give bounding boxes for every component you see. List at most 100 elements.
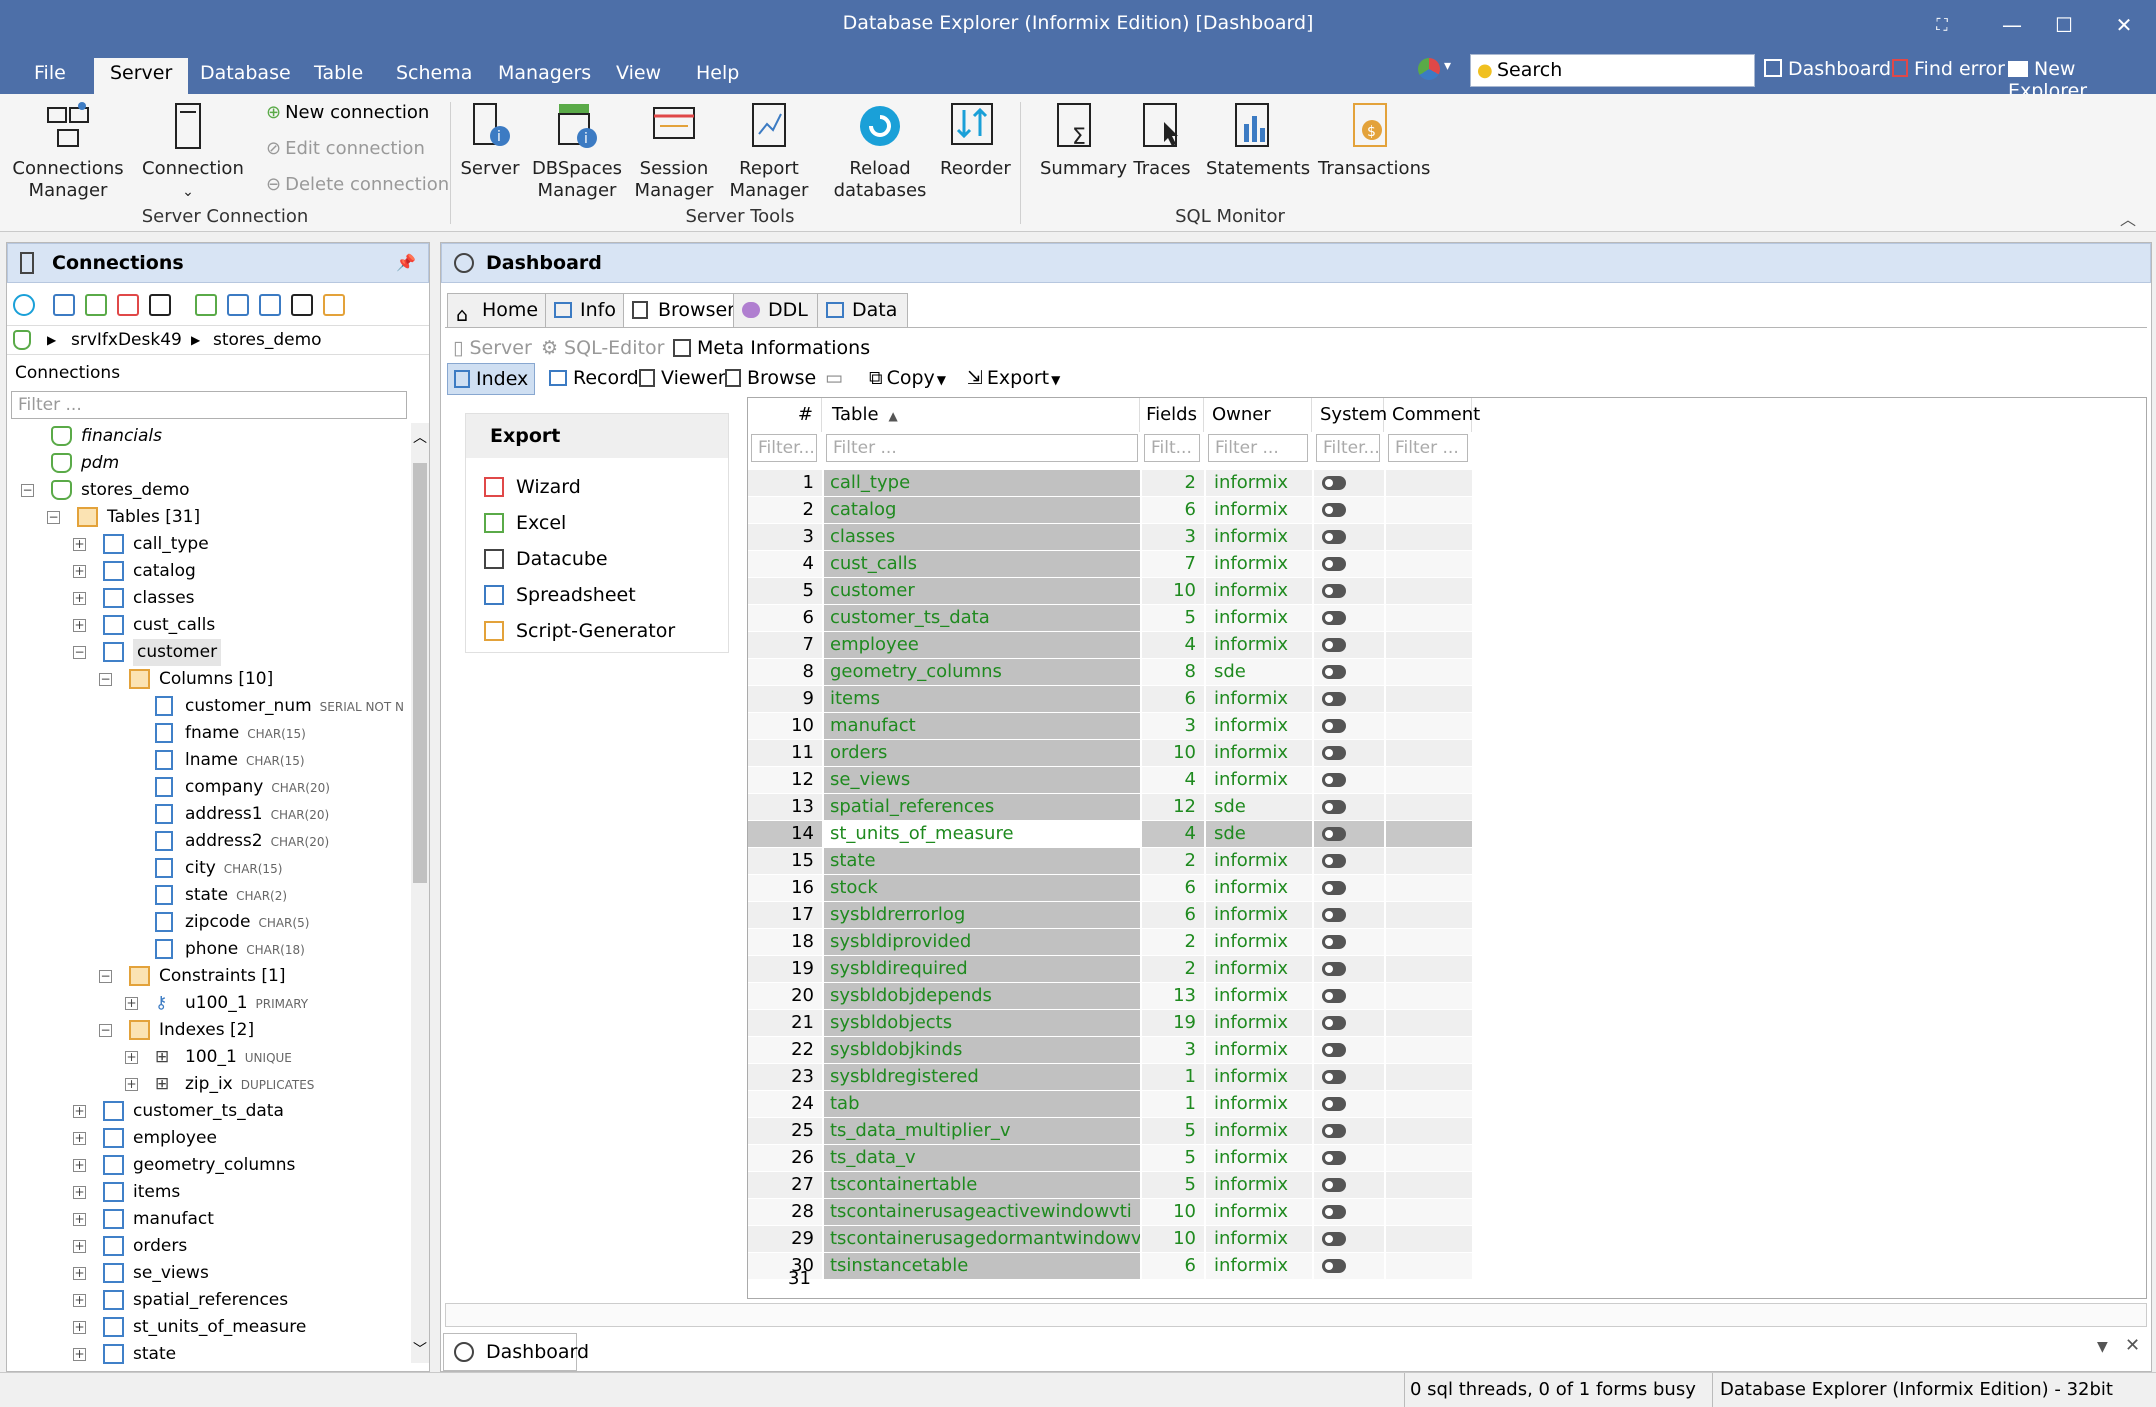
- document-icon[interactable]: [291, 294, 313, 316]
- tree-node[interactable]: geometry_columns: [133, 1152, 295, 1179]
- grid-icon[interactable]: [259, 294, 281, 316]
- tree-node[interactable]: Tables [31]: [107, 504, 200, 531]
- tree-node[interactable]: classes: [133, 585, 195, 612]
- table-row[interactable]: 7 employee 4 informix: [748, 632, 2146, 659]
- close-icon[interactable]: ✕: [2102, 8, 2146, 42]
- menu-view[interactable]: View: [600, 58, 677, 94]
- expand-toggle-icon[interactable]: +: [125, 1051, 138, 1064]
- tab-home[interactable]: ⌂ Home: [447, 293, 550, 327]
- reorder-button[interactable]: Reorder: [940, 100, 1011, 180]
- expand-toggle-icon[interactable]: +: [125, 997, 138, 1010]
- session-icon[interactable]: [117, 294, 139, 316]
- chevron-down-icon[interactable]: ▾: [1444, 58, 1451, 74]
- filter-fields-input[interactable]: Filt...: [1144, 434, 1200, 462]
- tree-node[interactable]: se_views: [133, 1260, 209, 1287]
- tree-node[interactable]: customer: [133, 639, 222, 666]
- system-toggle-icon[interactable]: [1322, 530, 1346, 544]
- tree-node[interactable]: cust_calls: [133, 612, 215, 639]
- transactions-button[interactable]: $ Transactions: [1318, 100, 1430, 180]
- browse-button[interactable]: Browse: [725, 363, 816, 393]
- expand-toggle-icon[interactable]: +: [73, 592, 86, 605]
- expand-toggle-icon[interactable]: −: [21, 484, 34, 497]
- system-toggle-icon[interactable]: [1322, 827, 1346, 841]
- system-toggle-icon[interactable]: [1322, 1151, 1346, 1165]
- table-row[interactable]: 3 classes 3 informix: [748, 524, 2146, 551]
- tree-node[interactable]: phone CHAR(18): [185, 936, 305, 963]
- breadcrumb-database[interactable]: stores_demo: [213, 326, 322, 354]
- tree-scroll-thumb[interactable]: [413, 463, 427, 883]
- find-error-link[interactable]: Find error: [1892, 58, 2005, 80]
- tab-data[interactable]: Data: [817, 293, 909, 327]
- tree-node[interactable]: 100_1 UNIQUE: [185, 1044, 292, 1071]
- delete-connection-button[interactable]: ⊖ Delete connection: [266, 170, 449, 200]
- system-toggle-icon[interactable]: [1322, 881, 1346, 895]
- expand-toggle-icon[interactable]: +: [125, 1078, 138, 1091]
- tree-node[interactable]: manufact: [133, 1206, 214, 1233]
- server-subtab[interactable]: ▯ Server: [453, 333, 532, 363]
- dbspaces-manager-button[interactable]: i DBSpaces Manager: [530, 100, 624, 202]
- table-row[interactable]: 4 cust_calls 7 informix: [748, 551, 2146, 578]
- menu-help[interactable]: Help: [680, 58, 755, 94]
- tree-node[interactable]: address1 CHAR(20): [185, 801, 329, 828]
- scroll-up-icon[interactable]: ︿: [413, 427, 427, 447]
- tree-node[interactable]: state CHAR(2): [185, 882, 287, 909]
- table-row[interactable]: 25 ts_data_multiplier_v 5 informix: [748, 1118, 2146, 1145]
- dbspaces-icon[interactable]: [85, 294, 107, 316]
- tree-node[interactable]: Constraints [1]: [159, 963, 285, 990]
- system-toggle-icon[interactable]: [1322, 908, 1346, 922]
- tree-scrollbar[interactable]: ︿ ﹀: [411, 423, 429, 1363]
- search-input[interactable]: Search: [1470, 54, 1755, 87]
- expand-toggle-icon[interactable]: +: [73, 619, 86, 632]
- expand-toggle-icon[interactable]: +: [73, 538, 86, 551]
- tree-node[interactable]: state: [133, 1341, 176, 1368]
- connections-filter-input[interactable]: Filter ...: [11, 391, 407, 419]
- expand-toggle-icon[interactable]: +: [73, 565, 86, 578]
- tree-node[interactable]: Columns [10]: [159, 666, 273, 693]
- tree-node[interactable]: customer_ts_data: [133, 1098, 284, 1125]
- system-toggle-icon[interactable]: [1322, 557, 1346, 571]
- system-toggle-icon[interactable]: [1322, 638, 1346, 652]
- tree-node[interactable]: customer_num SERIAL NOT N: [185, 693, 404, 720]
- system-toggle-icon[interactable]: [1322, 962, 1346, 976]
- menu-managers[interactable]: Managers: [482, 58, 607, 94]
- system-toggle-icon[interactable]: [1322, 1232, 1346, 1246]
- table-row[interactable]: 19 sysbldirequired 2 informix: [748, 956, 2146, 983]
- expand-toggle-icon[interactable]: +: [73, 1240, 86, 1253]
- index-button[interactable]: Index: [447, 363, 536, 395]
- table-row[interactable]: 18 sysbldiprovided 2 informix: [748, 929, 2146, 956]
- export-item[interactable]: Excel: [484, 512, 566, 534]
- minimize-icon[interactable]: —: [1990, 8, 2034, 42]
- tab-ddl[interactable]: DDL: [733, 293, 819, 327]
- dashboard-link[interactable]: Dashboard: [1764, 58, 1891, 80]
- table-row[interactable]: 20 sysbldobjdepends 13 informix: [748, 983, 2146, 1010]
- table-row[interactable]: 6 customer_ts_data 5 informix: [748, 605, 2146, 632]
- system-toggle-icon[interactable]: [1322, 1205, 1346, 1219]
- filter-comment-input[interactable]: Filter ...: [1388, 434, 1468, 462]
- system-toggle-icon[interactable]: [1322, 1124, 1346, 1138]
- tree-node[interactable]: pdm: [81, 450, 119, 477]
- system-toggle-icon[interactable]: [1322, 1178, 1346, 1192]
- table-row[interactable]: 21 sysbldobjects 19 informix: [748, 1010, 2146, 1037]
- tree-node[interactable]: employee: [133, 1125, 217, 1152]
- system-toggle-icon[interactable]: [1322, 1016, 1346, 1030]
- expand-toggle-icon[interactable]: +: [73, 1267, 86, 1280]
- header-system[interactable]: System: [1314, 398, 1387, 432]
- tree-node[interactable]: lname CHAR(15): [185, 747, 305, 774]
- expand-toggle-icon[interactable]: +: [73, 1348, 86, 1361]
- filter-system-input[interactable]: Filter...: [1316, 434, 1380, 462]
- table-row[interactable]: 28 tscontainerusageactivewindowvti 10 infor…: [748, 1199, 2146, 1226]
- summary-button[interactable]: Σ Summary: [1040, 100, 1127, 180]
- database-icon[interactable]: [195, 294, 217, 316]
- table-row[interactable]: 11 orders 10 informix: [748, 740, 2146, 767]
- expand-toggle-icon[interactable]: −: [99, 673, 112, 686]
- tree-node[interactable]: city CHAR(15): [185, 855, 282, 882]
- pin-icon[interactable]: 📌: [396, 244, 416, 282]
- system-toggle-icon[interactable]: [1322, 935, 1346, 949]
- expand-toggle-icon[interactable]: −: [99, 970, 112, 983]
- summary-icon[interactable]: [149, 294, 171, 316]
- table-row[interactable]: 17 sysbldrerrorlog 6 informix: [748, 902, 2146, 929]
- script-icon[interactable]: [323, 294, 345, 316]
- header-comment[interactable]: Comment: [1386, 398, 1480, 432]
- expand-toggle-icon[interactable]: +: [73, 1213, 86, 1226]
- table-row[interactable]: 9 items 6 informix: [748, 686, 2146, 713]
